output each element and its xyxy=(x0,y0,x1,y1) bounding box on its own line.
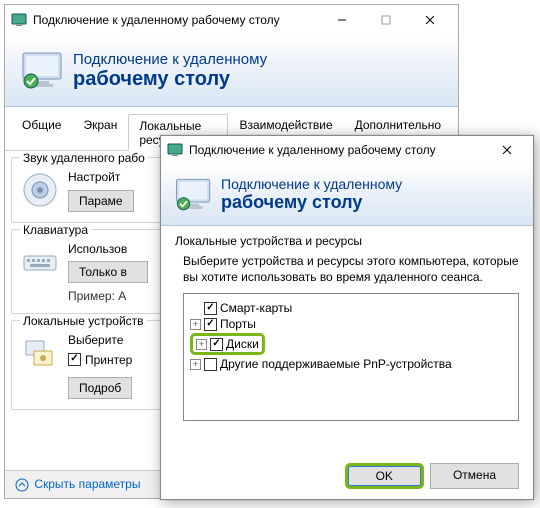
rdp-icon xyxy=(167,142,183,158)
main-title: Подключение к удаленному рабочему столу xyxy=(33,13,320,27)
keyboard-icon xyxy=(20,242,60,282)
banner-monitor-icon xyxy=(19,47,67,95)
dialog-body: Локальные устройства и ресурсы Выберите … xyxy=(161,226,533,429)
group-keyboard-desc: Использов xyxy=(68,242,148,258)
group-keyboard-title: Клавиатура xyxy=(20,223,91,237)
audio-settings-button[interactable]: Параме xyxy=(68,190,134,212)
pnp-checkbox[interactable] xyxy=(204,358,217,371)
group-local-desc: Выберите xyxy=(68,333,132,349)
ok-button[interactable]: OK xyxy=(345,463,424,489)
ports-checkbox[interactable] xyxy=(204,318,217,331)
ports-label: Порты xyxy=(220,317,256,331)
expander-plus-icon[interactable]: + xyxy=(190,359,201,370)
hide-options-link[interactable]: Скрыть параметры xyxy=(15,477,140,492)
banner-line2: рабочему столу xyxy=(73,68,267,91)
group-audio-title: Звук удаленного рабо xyxy=(20,151,148,165)
minimize-button[interactable] xyxy=(320,6,364,34)
printers-label: Принтер xyxy=(85,353,132,367)
speaker-icon xyxy=(20,170,60,210)
close-button[interactable] xyxy=(408,6,452,34)
group-audio-desc: Настройт xyxy=(68,170,134,186)
rdp-icon xyxy=(11,12,27,28)
dialog-banner: Подключение к удаленному рабочему столу xyxy=(161,164,533,226)
main-banner: Подключение к удаленному рабочему столу xyxy=(5,35,458,107)
printers-checkbox[interactable] xyxy=(68,353,81,366)
drives-checkbox[interactable] xyxy=(210,338,223,351)
expander-none xyxy=(190,303,201,314)
dialog-titlebar: Подключение к удаленному рабочему столу xyxy=(161,136,533,164)
devices-dialog: Подключение к удаленному рабочему столу … xyxy=(160,135,534,500)
hide-options-text: Скрыть параметры xyxy=(34,477,140,491)
tree-item-drives[interactable]: + Диски xyxy=(190,332,512,356)
tab-general[interactable]: Общие xyxy=(11,113,72,150)
dialog-banner-line2: рабочему столу xyxy=(221,192,402,213)
maximize-button[interactable] xyxy=(364,6,408,34)
dialog-footer: OK Отмена xyxy=(161,453,533,499)
group-local-title: Локальные устройств xyxy=(20,314,147,328)
main-titlebar: Подключение к удаленному рабочему столу xyxy=(5,5,458,35)
keyboard-combo[interactable]: Только в xyxy=(68,261,148,283)
expander-plus-icon[interactable]: + xyxy=(196,339,207,350)
dialog-section-title: Локальные устройства и ресурсы xyxy=(175,234,519,248)
pnp-label: Другие поддерживаемые PnP-устройства xyxy=(220,357,452,371)
drives-label: Диски xyxy=(226,337,259,351)
dialog-banner-line1: Подключение к удаленному xyxy=(221,176,402,192)
more-devices-button[interactable]: Подроб xyxy=(68,377,132,399)
dialog-close-button[interactable] xyxy=(487,137,527,163)
dialog-title: Подключение к удаленному рабочему столу xyxy=(189,143,487,157)
smartcards-checkbox[interactable] xyxy=(204,302,217,315)
tree-item-ports[interactable]: + Порты xyxy=(190,316,512,332)
devices-tree[interactable]: Смарт-карты + Порты + Диски + Другие под… xyxy=(183,293,519,421)
dialog-description: Выберите устройства и ресурсы этого комп… xyxy=(183,254,519,285)
expander-plus-icon[interactable]: + xyxy=(190,319,201,330)
tree-item-pnp[interactable]: + Другие поддерживаемые PnP-устройства xyxy=(190,356,512,372)
tab-display[interactable]: Экран xyxy=(72,113,128,150)
devices-icon xyxy=(20,333,60,373)
smartcards-label: Смарт-карты xyxy=(220,301,292,315)
banner-line1: Подключение к удаленному xyxy=(73,51,267,68)
keyboard-hint: Пример: A xyxy=(68,289,148,303)
cancel-button[interactable]: Отмена xyxy=(430,463,519,489)
tree-item-smartcards[interactable]: Смарт-карты xyxy=(190,300,512,316)
drives-highlight: + Диски xyxy=(190,333,265,355)
banner-monitor-icon xyxy=(173,174,215,216)
